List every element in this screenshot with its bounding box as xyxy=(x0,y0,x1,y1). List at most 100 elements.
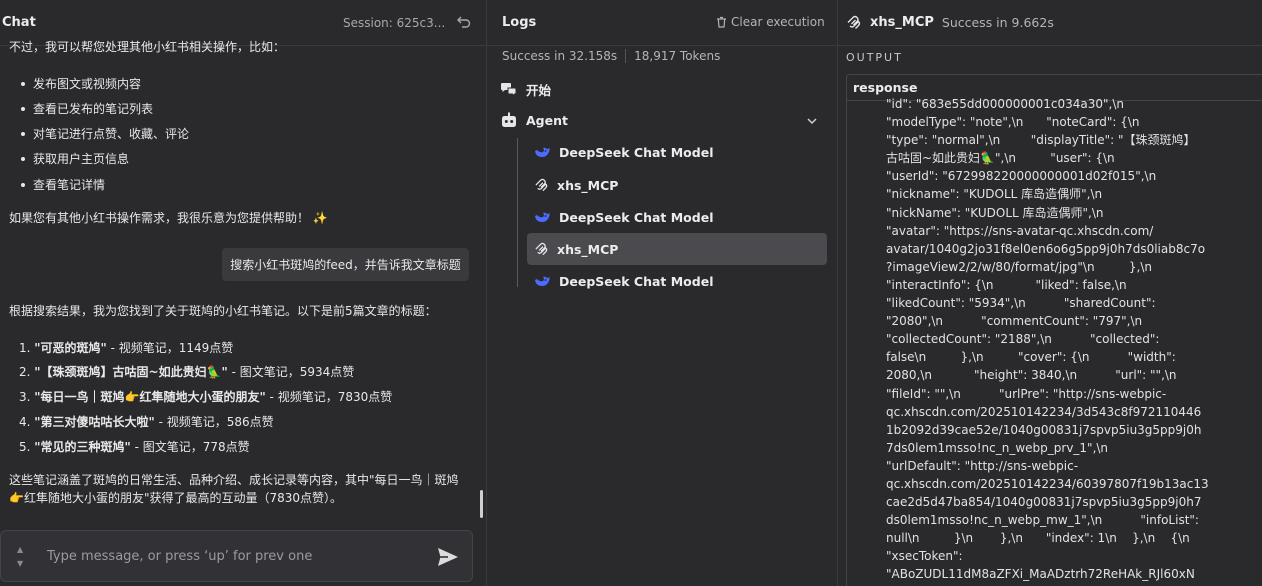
node-status: Success in 9.662s xyxy=(941,15,1054,30)
bullet-dot xyxy=(21,82,25,86)
result-item: 3. "每日一鸟｜斑鸠👉红隼随地大小蛋的朋友" - 视频笔记，7830点赞 xyxy=(19,388,392,405)
send-icon[interactable] xyxy=(437,547,459,567)
deepseek-whale-icon xyxy=(535,147,550,157)
log-child-label: DeepSeek Chat Model xyxy=(559,273,714,289)
list-item: 发布图文或视频内容 xyxy=(33,77,142,91)
result-num: 3. xyxy=(19,390,31,404)
result-desc: - 图文笔记，778点赞 xyxy=(130,440,250,454)
result-title: "第三对傻咕咕长大啦" xyxy=(34,415,155,429)
undo-icon[interactable] xyxy=(456,14,472,30)
log-child-label: DeepSeek Chat Model xyxy=(559,209,714,225)
result-desc: - 视频笔记，7830点赞 xyxy=(265,390,393,404)
run-stats: Success in 32.158s 18,917 Tokens xyxy=(502,49,720,63)
output-panel: xhs_MCP Success in 9.662s OUTPUT respons… xyxy=(837,0,1262,586)
json-line: 1b2092d39cae52e/1040g00831j7spvp5iu3g5pp… xyxy=(886,422,1202,437)
json-line: "userId": "672998220000000001d02f015",\n xyxy=(886,169,1157,184)
log-node-label: 开始 xyxy=(526,83,552,98)
json-line: qc.xhscdn.com/202510142234/3d543c8f97211… xyxy=(886,404,1202,419)
assistant-text: 不过，我可以帮您处理其他小红书相关操作，比如： xyxy=(9,40,286,54)
log-child-label: xhs_MCP xyxy=(557,177,619,193)
json-line: 古咕固~如此贵妇🦜",\n "user": {\n xyxy=(886,151,1115,166)
session-id[interactable]: Session: 625c3... xyxy=(343,16,445,30)
response-field[interactable]: response "id": "683e55dd000000001c034a30… xyxy=(846,74,1262,586)
mcp-icon xyxy=(535,178,548,191)
clear-execution-label: Clear execution xyxy=(731,15,825,29)
logs-panel: Logs Clear execution Success in 32.158s … xyxy=(486,0,836,586)
json-line: "avatar": "https://sns-avatar-qc.xhscdn.… xyxy=(886,223,1154,238)
assistant-text: 如果您有其他小红书操作需求，我很乐意为您提供帮助！ ✨ xyxy=(9,211,328,225)
list-item: 对笔记进行点赞、收藏、评论 xyxy=(33,127,190,141)
clear-execution-button[interactable]: Clear execution xyxy=(716,15,825,29)
result-num: 1. xyxy=(19,341,31,355)
assistant-text: 👉红隼随地大小蛋的朋友"获得了最高的互动量（7830点赞）。 xyxy=(9,491,343,505)
result-num: 5. xyxy=(19,440,31,454)
log-child-xhs-mcp[interactable]: xhs_MCP xyxy=(527,169,827,201)
bullet-dot xyxy=(21,157,25,161)
deepseek-whale-icon xyxy=(535,212,550,222)
result-desc: - 视频笔记，1149点赞 xyxy=(106,341,234,355)
json-line: "id": "683e55dd000000001c034a30",\n xyxy=(886,97,1124,111)
message-input[interactable]: Type message, or press ‘up’ for prev one xyxy=(47,549,312,564)
list-item: 查看已发布的笔记列表 xyxy=(33,102,154,116)
log-child-deepseek-chat-model[interactable]: DeepSeek Chat Model xyxy=(527,265,827,297)
json-line: "nickName": "KUDOLL 库岛造偶师",\n xyxy=(886,205,1104,220)
json-line: 2080,\n "height": 3840,\n "url": "",\n xyxy=(886,368,1177,383)
log-child-deepseek-chat-model[interactable]: DeepSeek Chat Model xyxy=(527,201,827,233)
user-message: 搜索小红书斑鸠的feed，并告诉我文章标题 xyxy=(222,248,469,281)
log-node-start[interactable]: 开始 xyxy=(500,80,551,99)
divider xyxy=(625,49,627,63)
response-json[interactable]: "id": "683e55dd000000001c034a30",\n "mode… xyxy=(886,95,1209,586)
json-line: cae2d5d47ba854/1040g00831j7spvp5iu3g5pp9… xyxy=(886,495,1202,510)
log-child-xhs-mcp[interactable]: xhs_MCP xyxy=(527,233,827,265)
bullet-dot xyxy=(21,107,25,111)
result-num: 4. xyxy=(19,415,31,429)
robot-icon xyxy=(502,112,516,127)
chat-bubbles-icon xyxy=(501,82,517,97)
result-title: "可恶的斑鸠" xyxy=(34,341,107,355)
chat-scrollbar[interactable] xyxy=(480,490,483,518)
run-duration: Success in 32.158s xyxy=(502,49,618,63)
result-num: 2. xyxy=(19,365,31,379)
bullet-dot xyxy=(21,132,25,136)
result-item: 2. "【珠颈斑鸠】古咕固~如此贵妇🦜" - 图文笔记，5934点赞 xyxy=(19,363,354,380)
json-line: "collectedCount": "2188",\n "collected": xyxy=(886,332,1160,347)
json-line: avatar/1040g2jo31f8el0en6o6g5pp9j0h7ds0l… xyxy=(886,241,1206,256)
json-line: "type": "normal",\n "displayTitle": "【珠颈… xyxy=(886,133,1196,148)
json-line: "xsecToken": xyxy=(886,549,963,564)
json-line: "nickname": "KUDOLL 库岛造偶师",\n xyxy=(886,187,1103,202)
history-arrows-icon[interactable]: ▲ ▼ xyxy=(17,543,23,571)
output-section-label: OUTPUT xyxy=(846,51,903,64)
log-node-label: Agent xyxy=(526,112,568,128)
logs-title: Logs xyxy=(502,15,537,30)
token-count: 18,917 Tokens xyxy=(634,49,721,63)
log-child-label: DeepSeek Chat Model xyxy=(559,144,714,160)
json-line: 7ds0lem1msso!nc_n_webp_prv_1",\n xyxy=(886,440,1109,455)
chat-panel: Chat Session: 625c3... 不过，我可以帮您处理其他小红书相关… xyxy=(0,0,485,586)
chat-messages: 不过，我可以帮您处理其他小红书相关操作，比如： 发布图文或视频内容 查看已发布的… xyxy=(0,36,484,526)
chat-title: Chat xyxy=(2,15,36,30)
log-child-label: xhs_MCP xyxy=(557,241,619,257)
json-line: ?imageView2/2/w/80/format/jpg"\n },\n xyxy=(886,259,1152,274)
log-child-deepseek-chat-model[interactable]: DeepSeek Chat Model xyxy=(527,136,827,168)
result-desc: - 视频笔记，586点赞 xyxy=(154,415,274,429)
trash-icon xyxy=(717,16,726,28)
json-line: "likedCount": "5934",\n "sharedCount": xyxy=(886,296,1156,311)
response-field-name: response xyxy=(853,80,918,95)
user-message-text: 搜索小红书斑鸠的feed，并告诉我文章标题 xyxy=(230,258,461,272)
node-title: xhs_MCP xyxy=(870,15,934,30)
result-title: "常见的三种斑鸠" xyxy=(34,440,131,454)
list-item: 获取用户主页信息 xyxy=(33,152,130,166)
assistant-text: 根据搜索结果，我为您找到了关于斑鸠的小红书笔记。以下是前5篇文章的标题： xyxy=(9,304,437,318)
json-line: "modelType": "note",\n "noteCard": {\n xyxy=(886,115,1140,130)
message-composer[interactable]: ▲ ▼ Type message, or press ‘up’ for prev … xyxy=(0,530,473,582)
chevron-down-icon[interactable] xyxy=(806,116,818,126)
json-line: "interactInfo": {\n "liked": false,\n xyxy=(886,277,1127,292)
json-line: false\n },\n "cover": {\n "width": xyxy=(886,350,1176,365)
output-header: xhs_MCP Success in 9.662s xyxy=(838,0,1262,46)
mcp-icon xyxy=(535,242,548,255)
result-item: 4. "第三对傻咕咕长大啦" - 视频笔记，586点赞 xyxy=(19,413,274,430)
json-line: qc.xhscdn.com/202510142234/60397807f19b1… xyxy=(886,476,1209,491)
json-line: "urlDefault": "http://sns-webpic- xyxy=(886,458,1079,473)
mcp-icon xyxy=(847,15,861,29)
log-node-agent[interactable]: Agent xyxy=(500,112,568,128)
